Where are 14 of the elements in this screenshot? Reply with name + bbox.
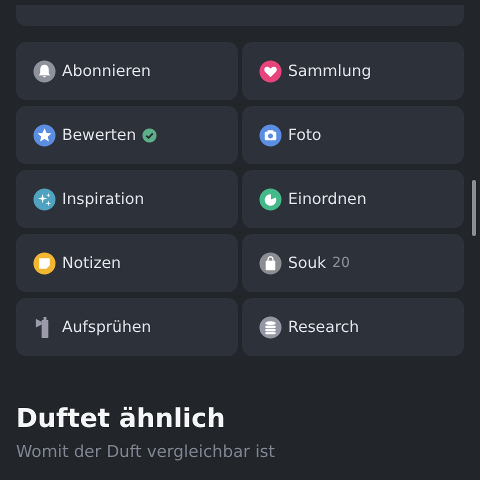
action-button[interactable]: Inspiration xyxy=(16,170,238,228)
action-button[interactable]: Einordnen xyxy=(242,170,464,228)
scrollbar-thumb[interactable] xyxy=(472,180,476,236)
action-button[interactable]: Souk 20 xyxy=(242,234,464,292)
count-label: 20 xyxy=(332,255,350,271)
action-button[interactable]: Abonnieren xyxy=(16,42,238,100)
action-button[interactable]: Notizen xyxy=(16,234,238,292)
section-title: Duftet ähnlich xyxy=(16,404,226,434)
action-button[interactable]: Aufsprühen xyxy=(16,298,238,356)
action-button[interactable]: Bewerten xyxy=(16,106,238,164)
section-subtitle: Womit der Duft vergleichbar ist xyxy=(16,442,276,461)
action-button[interactable]: Foto xyxy=(242,106,464,164)
action-button[interactable]: Research xyxy=(242,298,464,356)
action-button[interactable]: Sammlung xyxy=(242,42,464,100)
